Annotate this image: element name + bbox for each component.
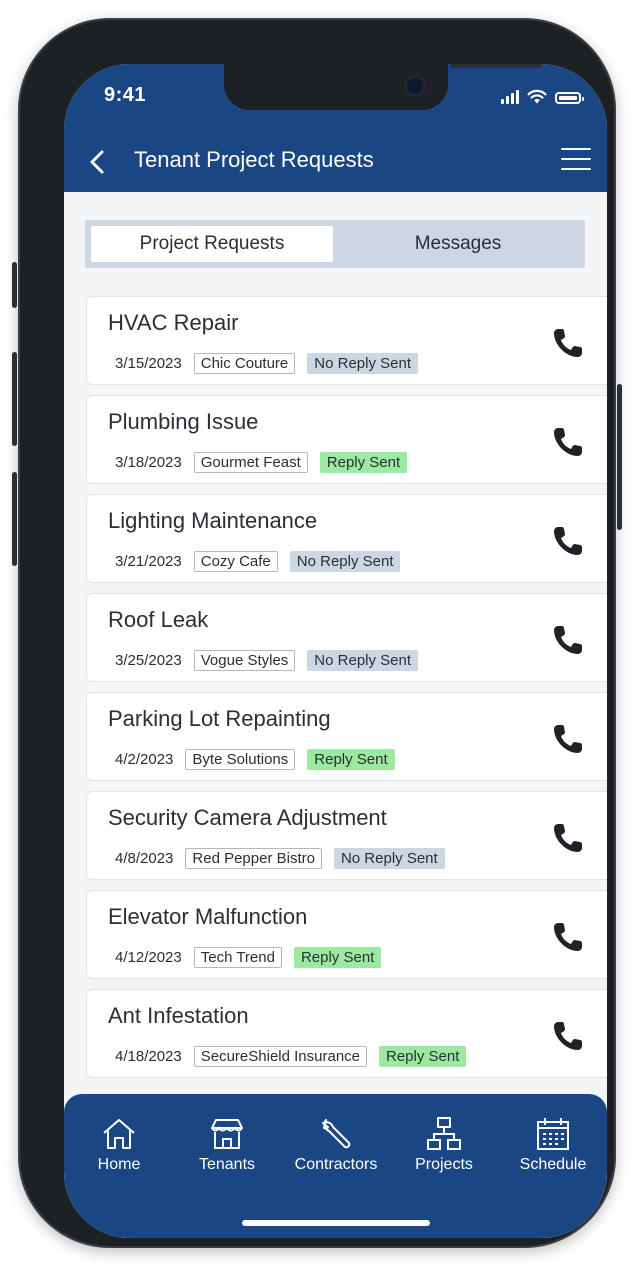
request-meta: 3/15/2023 Chic Couture No Reply Sent — [108, 353, 418, 374]
request-date: 4/2/2023 — [115, 751, 174, 768]
tab-home-label: Home — [97, 1156, 141, 1173]
request-meta: 3/18/2023 Gourmet Feast Reply Sent — [108, 452, 408, 473]
wrench-icon — [322, 1119, 351, 1149]
request-title: Plumbing Issue — [108, 409, 259, 434]
tenant-tag: Chic Couture — [193, 353, 296, 374]
main-content: Project Requests Messages HVAC Repair 3/1… — [64, 192, 607, 1238]
status-badge: Reply Sent — [319, 452, 408, 473]
request-title: Lighting Maintenance — [108, 508, 318, 533]
tenant-tag: Byte Solutions — [185, 749, 296, 770]
hierarchy-icon — [427, 1117, 461, 1150]
request-title: Ant Infestation — [108, 1003, 249, 1028]
status-icons — [501, 86, 584, 104]
request-card[interactable]: Security Camera Adjustment 4/8/2023 Red Pe… — [86, 791, 607, 880]
tenant-tag: Vogue Styles — [193, 650, 296, 671]
tenant-tag: Red Pepper Bistro — [185, 848, 322, 869]
status-badge: No Reply Sent — [307, 353, 418, 374]
request-card[interactable]: Plumbing Issue 3/18/2023 Gourmet Feast Repl… — [86, 395, 607, 484]
tab-schedule-label: Schedule — [519, 1156, 587, 1173]
request-card[interactable]: HVAC Repair 3/15/2023 Chic Couture No Reply… — [86, 296, 607, 385]
mute-switch — [12, 262, 17, 308]
battery-icon — [555, 92, 584, 104]
calendar-icon — [537, 1118, 569, 1150]
screen: 9:41 Tenant Project Requests Project Req… — [64, 64, 607, 1238]
tab-schedule[interactable]: Schedule — [498, 1116, 607, 1174]
status-badge: Reply Sent — [307, 749, 395, 770]
request-title: Security Camera Adjustment — [108, 805, 387, 830]
status-badge: No Reply Sent — [289, 551, 401, 572]
request-date: 4/12/2023 — [115, 949, 182, 966]
page-title: Tenant Project Requests — [134, 147, 374, 172]
tab-tenants[interactable]: Tenants — [172, 1116, 282, 1174]
request-date: 3/21/2023 — [115, 553, 182, 570]
tenant-tag: SecureShield Insurance — [193, 1046, 367, 1067]
request-meta: 3/21/2023 Cozy Cafe No Reply Sent — [108, 551, 401, 572]
home-icon — [103, 1119, 135, 1149]
tab-contractors-label: Contractors — [294, 1156, 378, 1173]
phone-call-icon[interactable] — [550, 325, 586, 361]
tab-project-requests[interactable]: Project Requests — [91, 226, 333, 262]
phone-call-icon[interactable] — [550, 424, 586, 460]
phone-call-icon[interactable] — [550, 919, 586, 955]
request-meta: 3/25/2023 Vogue Styles No Reply Sent — [108, 650, 419, 671]
phone-call-icon[interactable] — [550, 1018, 586, 1054]
phone-frame: 9:41 Tenant Project Requests Project Req… — [12, 18, 622, 1248]
home-indicator — [242, 1220, 430, 1226]
speaker — [450, 64, 542, 68]
segmented-control: Project Requests Messages — [85, 220, 585, 268]
bottom-tab-bar: Home Tenants Contractors Projects Schedu… — [64, 1094, 607, 1238]
request-title: Elevator Malfunction — [108, 904, 308, 929]
top-bar: 9:41 Tenant Project Requests — [64, 64, 607, 192]
tab-messages[interactable]: Messages — [337, 226, 579, 262]
tab-projects[interactable]: Projects — [389, 1116, 499, 1174]
wifi-icon — [527, 89, 547, 104]
volume-up-button — [12, 352, 17, 446]
request-title: HVAC Repair — [108, 310, 239, 335]
phone-call-icon[interactable] — [550, 523, 586, 559]
request-date: 3/18/2023 — [115, 454, 182, 471]
request-meta: 4/8/2023 Red Pepper Bistro No Reply Sent — [108, 848, 445, 869]
request-card[interactable]: Lighting Maintenance 3/21/2023 Cozy Cafe No… — [86, 494, 607, 583]
tenant-tag: Tech Trend — [193, 947, 282, 968]
tenant-tag: Gourmet Feast — [193, 452, 308, 473]
storefront-icon — [211, 1119, 243, 1149]
notch — [224, 64, 542, 110]
phone-call-icon[interactable] — [550, 622, 586, 658]
tenant-tag: Cozy Cafe — [193, 551, 278, 572]
request-title: Roof Leak — [108, 607, 209, 632]
status-time: 9:41 — [104, 84, 147, 106]
tab-projects-label: Projects — [415, 1156, 473, 1173]
request-title: Parking Lot Repainting — [108, 706, 331, 731]
request-date: 4/8/2023 — [115, 850, 174, 867]
status-badge: Reply Sent — [293, 947, 382, 968]
request-card[interactable]: Parking Lot Repainting 4/2/2023 Byte Solut… — [86, 692, 607, 781]
back-arrow-icon[interactable] — [84, 148, 112, 176]
tab-tenants-label: Tenants — [198, 1156, 256, 1173]
request-meta: 4/12/2023 Tech Trend Reply Sent — [108, 947, 382, 968]
request-meta: 4/18/2023 SecureShield Insurance Reply Sen… — [108, 1046, 467, 1067]
request-date: 4/18/2023 — [115, 1048, 182, 1065]
phone-call-icon[interactable] — [550, 820, 586, 856]
request-card[interactable]: Roof Leak 3/25/2023 Vogue Styles No Reply S… — [86, 593, 607, 682]
tab-contractors[interactable]: Contractors — [281, 1116, 391, 1174]
request-card[interactable]: Elevator Malfunction 4/12/2023 Tech Trend R… — [86, 890, 607, 979]
signal-icon — [501, 90, 519, 104]
status-badge: No Reply Sent — [333, 848, 445, 869]
request-meta: 4/2/2023 Byte Solutions Reply Sent — [108, 749, 395, 770]
phone-call-icon[interactable] — [550, 721, 586, 757]
tab-home[interactable]: Home — [64, 1116, 174, 1174]
status-badge: Reply Sent — [379, 1046, 467, 1067]
request-date: 3/25/2023 — [115, 652, 182, 669]
side-button — [617, 384, 622, 530]
request-card[interactable]: Ant Infestation 4/18/2023 SecureShield Ins… — [86, 989, 607, 1078]
status-badge: No Reply Sent — [307, 650, 419, 671]
request-date: 3/15/2023 — [115, 355, 182, 372]
front-camera — [407, 78, 423, 94]
hamburger-menu-icon[interactable] — [561, 148, 591, 172]
volume-down-button — [12, 472, 17, 566]
